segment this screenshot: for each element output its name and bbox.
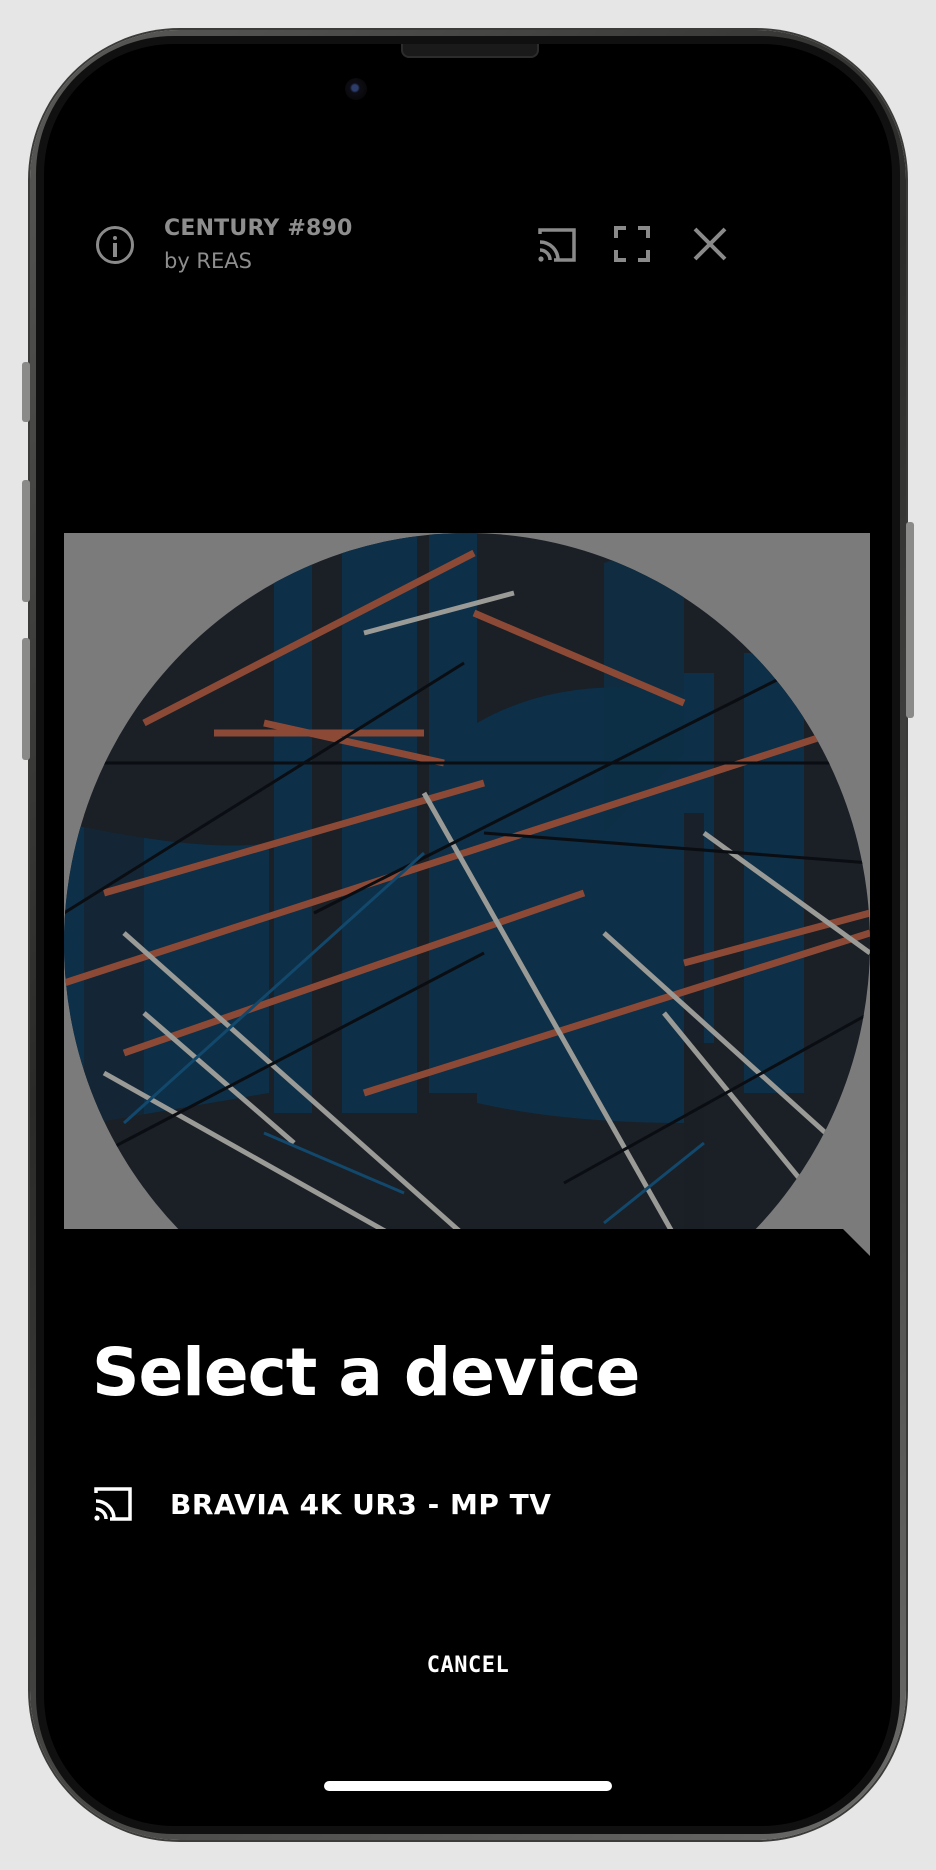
front-camera: [345, 78, 367, 100]
volume-up-button: [22, 480, 30, 602]
cancel-button[interactable]: CANCEL: [368, 1642, 568, 1688]
device-list-item[interactable]: BRAVIA 4K UR3 - MP TV: [92, 1474, 852, 1534]
cast-icon: [94, 1487, 132, 1521]
close-icon[interactable]: [692, 226, 728, 262]
artwork-image: [64, 533, 870, 1229]
artwork-header: CENTURY #890 by REAS: [44, 154, 892, 273]
device-name: BRAVIA 4K UR3 - MP TV: [170, 1487, 552, 1521]
fullscreen-icon[interactable]: [614, 226, 650, 262]
home-indicator[interactable]: [324, 1781, 612, 1791]
volume-down-button: [22, 638, 30, 760]
cast-icon[interactable]: [536, 226, 578, 264]
mute-switch: [22, 362, 30, 422]
artwork-author: by REAS: [164, 249, 252, 273]
power-button: [906, 522, 914, 718]
artwork-corner-notch: [843, 1229, 870, 1256]
device-picker-title: Select a device: [92, 1334, 640, 1411]
info-icon[interactable]: [96, 226, 134, 264]
screen: CENTURY #890 by REAS Select a device BRA…: [44, 44, 892, 1826]
earpiece-speaker: [401, 44, 539, 58]
artwork-title: CENTURY #890: [164, 216, 353, 241]
